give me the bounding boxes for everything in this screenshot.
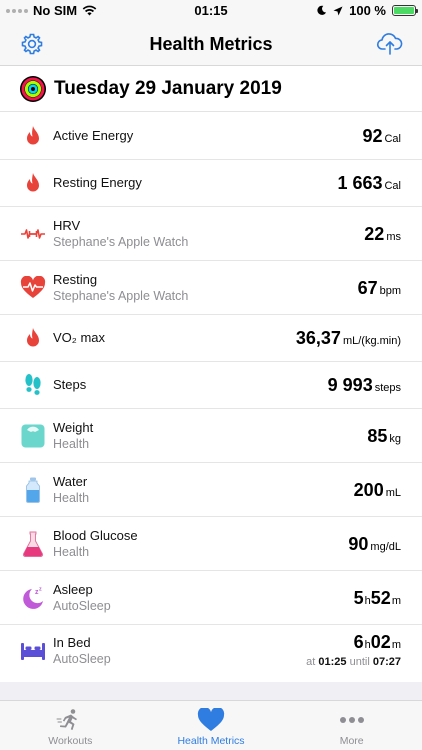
battery-icon bbox=[392, 5, 418, 16]
location-arrow-icon bbox=[333, 6, 343, 15]
metric-value: 9 993 bbox=[327, 375, 373, 395]
metrics-list: Active Energy 92 Cal Resting Energy 1 663… bbox=[0, 112, 422, 677]
footprints-icon bbox=[20, 372, 46, 398]
metric-source: AutoSleep bbox=[53, 652, 111, 666]
metric-unit: mL/(kg.min) bbox=[342, 335, 401, 347]
tab-bar: Workouts Health Metrics More bbox=[0, 700, 422, 750]
date-title: Tuesday 29 January 2019 bbox=[54, 77, 282, 99]
flask-icon bbox=[20, 531, 46, 557]
metric-value: 22 bbox=[364, 224, 385, 244]
list-item-resting-heart-rate[interactable]: Resting Stephane's Apple Watch 67 bpm bbox=[0, 261, 422, 315]
tab-label: More bbox=[339, 735, 364, 747]
metric-value: 67 bbox=[357, 278, 378, 298]
moon-status-icon bbox=[317, 5, 327, 15]
tab-workouts[interactable]: Workouts bbox=[0, 701, 141, 750]
list-item-blood-glucose[interactable]: Blood Glucose Health 90 mg/dL bbox=[0, 517, 422, 571]
hours-value: 6 bbox=[353, 632, 364, 652]
page-title: Health Metrics bbox=[149, 34, 273, 54]
hrv-icon bbox=[20, 221, 46, 247]
metric-unit: ms bbox=[386, 231, 401, 243]
minutes-value: 52 bbox=[370, 588, 391, 608]
metric-value: 85 bbox=[367, 426, 388, 446]
until-label: until bbox=[349, 656, 370, 668]
metric-unit: steps bbox=[374, 382, 401, 394]
water-bottle-icon bbox=[20, 477, 46, 503]
metric-source: Health bbox=[53, 491, 90, 505]
list-item-in-bed[interactable]: In Bed AutoSleep 6h02m at 01:25 until 07… bbox=[0, 625, 422, 677]
list-item-asleep[interactable]: z z Asleep AutoSleep 5h52m bbox=[0, 571, 422, 625]
metric-source: AutoSleep bbox=[53, 599, 111, 613]
metric-label: Weight bbox=[53, 420, 94, 435]
cloud-upload-icon bbox=[376, 33, 403, 55]
metric-source: Stephane's Apple Watch bbox=[53, 235, 189, 249]
metric-unit: Cal bbox=[384, 180, 401, 192]
scale-icon bbox=[20, 423, 46, 449]
metric-unit: bpm bbox=[379, 285, 401, 297]
metric-source: Health bbox=[53, 437, 90, 451]
running-icon bbox=[56, 709, 78, 730]
metric-source: Health bbox=[53, 545, 90, 559]
activity-rings-icon bbox=[20, 75, 46, 102]
moon-icon: z z bbox=[20, 585, 46, 611]
metric-unit: mL bbox=[385, 487, 401, 499]
flame-icon bbox=[20, 123, 46, 149]
metric-label: Blood Glucose bbox=[53, 528, 138, 543]
heart-rate-icon bbox=[20, 275, 46, 301]
metric-label: Resting Energy bbox=[53, 175, 142, 190]
bed-time-range: at 01:25 until 07:27 bbox=[306, 656, 401, 668]
tab-label: Health Metrics bbox=[177, 735, 245, 747]
list-item-resting-energy[interactable]: Resting Energy 1 663 Cal bbox=[0, 160, 422, 207]
list-item-steps[interactable]: Steps 9 993 steps bbox=[0, 362, 422, 409]
tab-label: Workouts bbox=[48, 735, 93, 747]
list-item-active-energy[interactable]: Active Energy 92 Cal bbox=[0, 112, 422, 160]
metric-label: Asleep bbox=[53, 582, 93, 597]
start-time: 01:25 bbox=[318, 656, 347, 668]
metric-label: Active Energy bbox=[53, 128, 134, 143]
list-item-vo2max[interactable]: VO₂ max 36,37 mL/(kg.min) bbox=[0, 315, 422, 362]
metric-label: Steps bbox=[53, 377, 87, 392]
status-bar: No SIM 01:15 100 % bbox=[0, 0, 422, 22]
metric-value: 90 bbox=[348, 534, 369, 554]
upload-button[interactable] bbox=[376, 30, 404, 58]
heart-icon bbox=[197, 708, 225, 731]
metric-value: 200 bbox=[353, 480, 384, 500]
tab-health-metrics[interactable]: Health Metrics bbox=[141, 701, 282, 750]
minutes-unit: m bbox=[391, 595, 401, 607]
date-header: Tuesday 29 January 2019 bbox=[0, 66, 422, 112]
more-dots-icon bbox=[339, 717, 364, 723]
battery-percent: 100 % bbox=[349, 3, 386, 18]
end-time: 07:27 bbox=[372, 656, 401, 668]
metric-value: 36,37 bbox=[295, 328, 341, 348]
metric-source: Stephane's Apple Watch bbox=[53, 289, 189, 303]
metric-unit: kg bbox=[389, 433, 401, 445]
list-item-hrv[interactable]: HRV Stephane's Apple Watch 22 ms bbox=[0, 207, 422, 261]
flame-icon bbox=[20, 170, 46, 196]
metric-value: 92 bbox=[362, 126, 383, 146]
metric-label: Water bbox=[53, 474, 88, 489]
svg-text:z: z bbox=[39, 587, 42, 593]
metric-unit: mg/dL bbox=[370, 541, 401, 553]
metric-unit: Cal bbox=[384, 133, 401, 145]
tab-more[interactable]: More bbox=[281, 701, 422, 750]
list-item-water[interactable]: Water Health 200 mL bbox=[0, 463, 422, 517]
metric-label: VO₂ max bbox=[53, 330, 105, 345]
minutes-value: 02 bbox=[370, 632, 391, 652]
bed-icon bbox=[20, 638, 46, 664]
metric-label: In Bed bbox=[53, 635, 91, 650]
hours-value: 5 bbox=[353, 588, 364, 608]
metric-value: 1 663 bbox=[337, 173, 383, 193]
list-footer-spacer bbox=[0, 682, 422, 700]
metric-label: HRV bbox=[53, 218, 81, 233]
at-label: at bbox=[306, 656, 316, 668]
flame-icon bbox=[20, 325, 46, 351]
minutes-unit: m bbox=[391, 639, 401, 651]
list-item-weight[interactable]: Weight Health 85 kg bbox=[0, 409, 422, 463]
navigation-bar: Health Metrics bbox=[0, 22, 422, 66]
metric-label: Resting bbox=[53, 272, 98, 287]
